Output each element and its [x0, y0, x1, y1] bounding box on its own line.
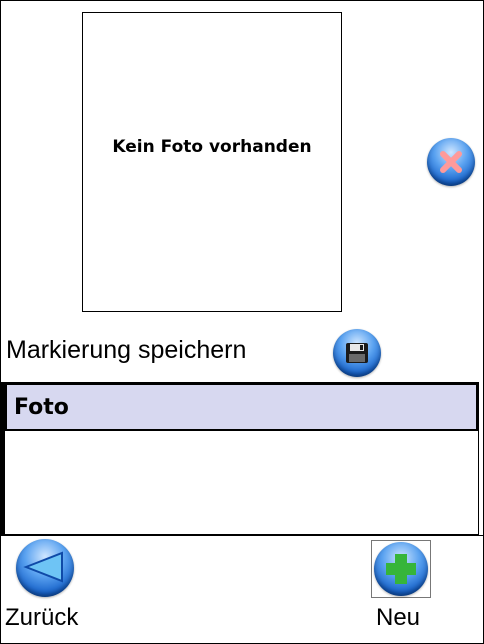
new-label: Neu — [376, 604, 421, 631]
delete-photo-button[interactable] — [427, 138, 475, 186]
list-header[interactable]: Foto — [5, 383, 478, 431]
photo-list[interactable]: Foto — [4, 382, 479, 535]
plus-icon — [386, 554, 416, 584]
no-photo-text: Kein Foto vorhanden — [112, 137, 312, 157]
floppy-disk-icon — [346, 343, 368, 363]
close-icon — [440, 151, 462, 173]
back-arrow-icon — [23, 551, 63, 583]
new-button-frame[interactable] — [371, 540, 431, 598]
list-header-label: Foto — [14, 395, 69, 420]
save-marking-label: Markierung speichern — [6, 336, 247, 364]
footer-divider — [0, 535, 484, 536]
save-marking-button[interactable] — [333, 329, 381, 377]
back-button[interactable] — [16, 539, 74, 597]
new-button[interactable] — [374, 542, 428, 596]
photo-placeholder: Kein Foto vorhanden — [82, 12, 342, 312]
back-label: Zurück — [5, 604, 79, 631]
list-left-edge — [0, 382, 4, 535]
